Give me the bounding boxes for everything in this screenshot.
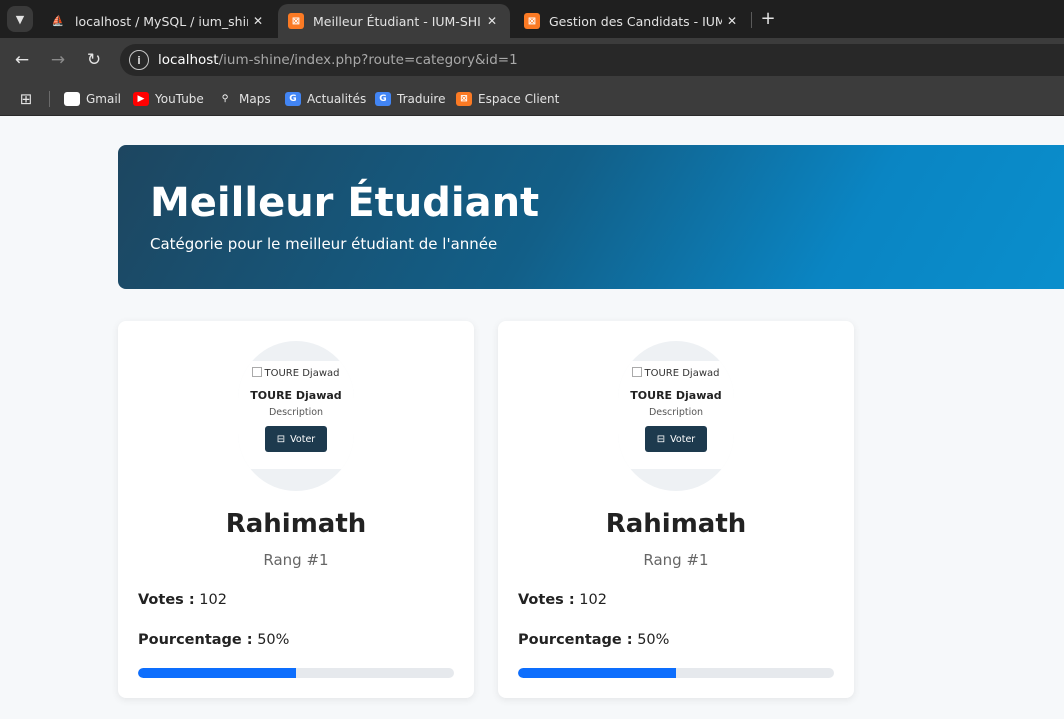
bookmark-label: Maps xyxy=(239,92,271,106)
xampp-icon: ⊠ xyxy=(456,92,472,106)
vote-progress-fill xyxy=(138,668,296,678)
candidate-name-small: TOURE Djawad xyxy=(630,389,722,402)
broken-image-icon xyxy=(632,367,643,377)
tab-phpmyadmin[interactable]: ⛵ localhost / MySQL / ium_shine / ✕ xyxy=(40,4,276,38)
chevron-down-icon: ▼ xyxy=(15,12,25,26)
votes-label: Votes : xyxy=(518,592,575,608)
page-subtitle: Catégorie pour le meilleur étudiant de l… xyxy=(150,235,498,253)
close-icon[interactable]: ✕ xyxy=(482,14,502,28)
tab-title: localhost / MySQL / ium_shine / xyxy=(75,13,248,29)
reload-icon: ↻ xyxy=(86,50,102,70)
tab-bar: ▼ ⛵ localhost / MySQL / ium_shine / ✕ ⊠ … xyxy=(0,0,1064,38)
vote-progress-bar xyxy=(138,668,454,678)
percent-stat: Pourcentage : 50% xyxy=(138,632,289,648)
bookmark-traduire[interactable]: G Traduire xyxy=(375,90,445,108)
reload-button[interactable]: ↻ xyxy=(82,48,106,72)
votes-value: 102 xyxy=(579,592,607,608)
bookmark-gmail[interactable]: M Gmail xyxy=(64,90,121,108)
vote-button[interactable]: ⊟ Voter xyxy=(265,426,327,452)
xampp-icon: ⊠ xyxy=(288,13,304,29)
vote-progress-fill xyxy=(518,668,676,678)
tab-search-button[interactable]: ▼ xyxy=(7,6,33,32)
page-content: Meilleur Étudiant Catégorie pour le meil… xyxy=(0,117,1064,719)
news-icon: G xyxy=(285,92,301,106)
broken-image: TOURE Djawad xyxy=(252,367,340,379)
percent-label: Pourcentage : xyxy=(518,632,633,648)
page-title: Meilleur Étudiant xyxy=(150,180,540,226)
candidate-rank: Rang #1 xyxy=(643,551,709,569)
youtube-icon: ▶ xyxy=(133,92,149,106)
candidate-photo: TOURE Djawad TOURE Djawad Description ⊟ … xyxy=(238,341,354,491)
vote-progress-bar xyxy=(518,668,834,678)
close-icon[interactable]: ✕ xyxy=(722,14,742,28)
phpmyadmin-icon: ⛵ xyxy=(51,15,65,27)
category-hero: Meilleur Étudiant Catégorie pour le meil… xyxy=(118,145,1064,289)
close-icon[interactable]: ✕ xyxy=(248,14,268,28)
candidate-card: TOURE Djawad TOURE Djawad Description ⊟ … xyxy=(498,321,854,698)
back-button[interactable]: ← xyxy=(10,48,34,72)
candidate-name-small: TOURE Djawad xyxy=(250,389,342,402)
forward-button[interactable]: → xyxy=(46,48,70,72)
url-text: localhost/ium-shine/index.php?route=cate… xyxy=(158,52,518,68)
percent-value: 50% xyxy=(257,632,290,648)
bookmark-label: Gmail xyxy=(86,92,122,106)
new-tab-button[interactable]: + xyxy=(757,7,779,29)
bookmark-youtube[interactable]: ▶ YouTube xyxy=(133,90,204,108)
tab-divider xyxy=(751,12,752,28)
image-alt-text: TOURE Djawad xyxy=(644,368,720,379)
votes-stat: Votes : 102 xyxy=(138,592,227,608)
photo-frame: TOURE Djawad TOURE Djawad Description ⊟ … xyxy=(238,361,354,469)
tab-title: Gestion des Candidats - IUM-SHINE xyxy=(549,13,722,29)
image-alt-text: TOURE Djawad xyxy=(264,368,340,379)
maps-icon: ⚲ xyxy=(221,94,229,104)
plus-icon: + xyxy=(760,7,776,29)
vote-label: Voter xyxy=(290,433,316,445)
vote-label: Voter xyxy=(670,433,696,445)
candidate-name: Rahimath xyxy=(225,509,367,539)
bookmarks-divider xyxy=(49,91,50,107)
bookmark-actualites[interactable]: G Actualités xyxy=(285,90,366,108)
bookmarks-bar: ⊞ M Gmail ▶ YouTube ⚲ Maps G Actualités … xyxy=(0,82,1064,116)
apps-grid-icon[interactable]: ⊞ xyxy=(17,90,35,108)
ballot-box-icon: ⊟ xyxy=(276,433,286,445)
bookmark-maps[interactable]: ⚲ Maps xyxy=(217,90,271,108)
tab-title: Meilleur Étudiant - IUM-SHINE xyxy=(313,13,482,29)
candidate-card: TOURE Djawad TOURE Djawad Description ⊟ … xyxy=(118,321,474,698)
bookmark-label: Actualités xyxy=(307,92,367,106)
tab-gestion-candidats[interactable]: ⊠ Gestion des Candidats - IUM-SHINE ✕ xyxy=(514,4,750,38)
gmail-icon: M xyxy=(64,92,80,106)
broken-image: TOURE Djawad xyxy=(632,367,720,379)
browser-toolbar: ← → ↻ i localhost/ium-shine/index.php?ro… xyxy=(0,38,1064,82)
candidate-description: Description xyxy=(648,407,704,418)
info-icon[interactable]: i xyxy=(129,50,149,70)
arrow-left-icon: ← xyxy=(14,50,30,70)
tab-meilleur-etudiant[interactable]: ⊠ Meilleur Étudiant - IUM-SHINE ✕ xyxy=(278,4,510,38)
votes-stat: Votes : 102 xyxy=(518,592,607,608)
vote-button[interactable]: ⊟ Voter xyxy=(645,426,707,452)
candidate-rank: Rang #1 xyxy=(263,551,329,569)
photo-frame: TOURE Djawad TOURE Djawad Description ⊟ … xyxy=(618,361,734,469)
bookmark-label: Espace Client xyxy=(478,92,560,106)
translate-icon: G xyxy=(375,92,391,106)
xampp-icon: ⊠ xyxy=(524,13,540,29)
candidate-photo: TOURE Djawad TOURE Djawad Description ⊟ … xyxy=(618,341,734,491)
bookmark-label: YouTube xyxy=(155,92,204,106)
percent-stat: Pourcentage : 50% xyxy=(518,632,669,648)
broken-image-icon xyxy=(252,367,263,377)
votes-value: 102 xyxy=(199,592,227,608)
percent-label: Pourcentage : xyxy=(138,632,253,648)
candidate-description: Description xyxy=(268,407,324,418)
url-host: localhost xyxy=(158,52,219,68)
candidate-name: Rahimath xyxy=(605,509,747,539)
url-path: /ium-shine/index.php?route=category&id=1 xyxy=(218,52,518,68)
percent-value: 50% xyxy=(637,632,670,648)
address-bar[interactable]: i localhost/ium-shine/index.php?route=ca… xyxy=(120,44,1064,76)
bookmark-espace-client[interactable]: ⊠ Espace Client xyxy=(456,90,559,108)
votes-label: Votes : xyxy=(138,592,195,608)
ballot-box-icon: ⊟ xyxy=(656,433,666,445)
arrow-right-icon: → xyxy=(50,50,66,70)
bookmark-label: Traduire xyxy=(397,92,446,106)
